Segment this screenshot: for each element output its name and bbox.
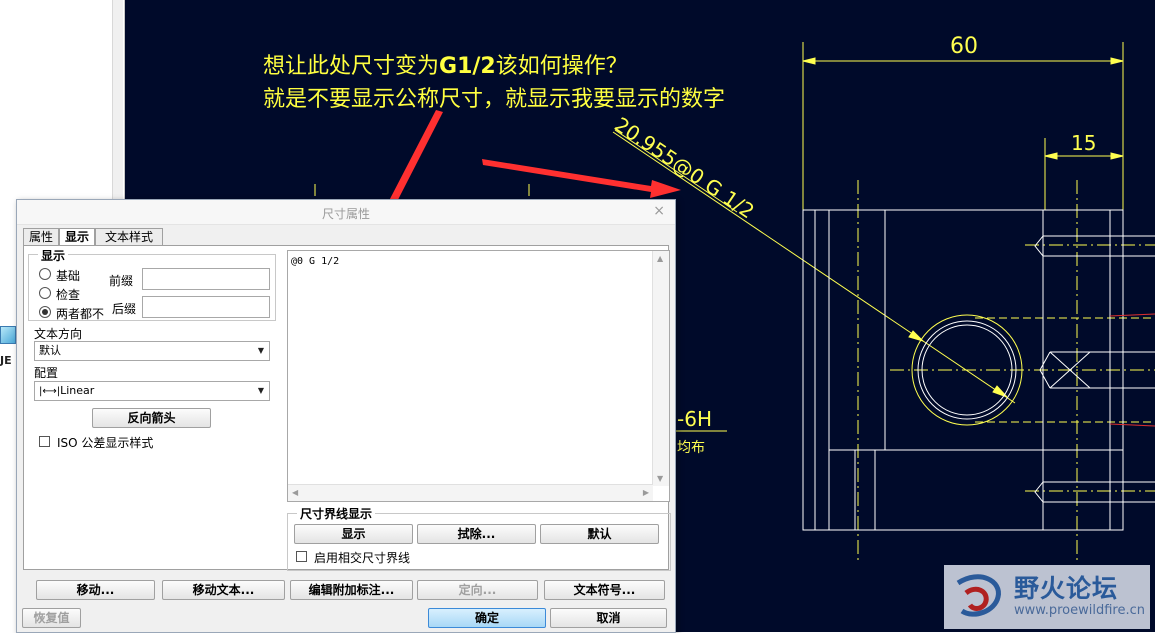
radio-neither-label: 两者都不 (56, 307, 105, 321)
radio-neither[interactable] (39, 306, 51, 318)
thread-note-distribution[interactable]: 均布 (677, 440, 705, 456)
part-icon (0, 326, 16, 344)
witness-line-legend: 尺寸界线显示 (297, 505, 376, 522)
move-text-button[interactable]: 移动文本... (162, 580, 285, 600)
dialog-titlebar[interactable]: 尺寸属性 × (17, 200, 675, 225)
intersecting-witness-checkbox[interactable] (296, 551, 307, 562)
radio-basic-label: 基础 (56, 269, 81, 283)
display-group-legend: 显示 (38, 247, 69, 264)
prefix-label: 前缀 (109, 274, 134, 288)
restore-values-button[interactable]: 恢复值 (22, 608, 81, 628)
suffix-label: 后缀 (112, 302, 137, 316)
forum-name: 野火论坛 (1014, 574, 1119, 603)
config-dropdown[interactable]: |⟷|Linear ▼ (34, 381, 270, 401)
question-line-2: 就是不要显示公称尺寸，就显示我要显示的数字 (263, 87, 726, 112)
text-direction-value: 默认 (39, 344, 61, 357)
dimension-text-value: @0 G 1/2 (291, 256, 340, 267)
config-label: 配置 (34, 366, 59, 380)
scroll-up-icon[interactable]: ▲ (657, 254, 663, 263)
reverse-arrow-button[interactable]: 反向箭头 (92, 408, 211, 428)
text-symbol-button[interactable]: 文本符号... (544, 580, 665, 600)
radio-inspection-label: 检查 (56, 288, 81, 302)
question-line-1: 想让此处尺寸变为G1/2该如何操作？ (263, 54, 628, 79)
scroll-down-icon[interactable]: ▼ (657, 474, 663, 483)
orient-button[interactable]: 定向... (417, 580, 538, 600)
tab-text-style[interactable]: 文本样式 (95, 228, 163, 245)
erase-witness-button[interactable]: 拭除... (417, 524, 536, 544)
iso-tolerance-label: ISO 公差显示样式 (57, 436, 154, 450)
thread-note[interactable]: -6H (677, 407, 712, 431)
default-witness-button[interactable]: 默认 (540, 524, 659, 544)
iso-tolerance-checkbox[interactable] (39, 436, 50, 447)
intersecting-witness-label: 启用相交尺寸界线 (314, 551, 411, 565)
display-tab-panel: 显示 基础 检查 两者都不 前缀 后缀 文本方向 默认 ▼ 配置 |⟷|Line… (23, 245, 671, 571)
chevron-down-icon: ▼ (257, 386, 265, 395)
close-icon[interactable]: × (653, 203, 665, 219)
radio-basic[interactable] (39, 268, 51, 280)
scroll-right-icon[interactable]: ▶ (643, 488, 649, 497)
dimension-15[interactable]: 15 (1071, 131, 1096, 155)
scroll-left-icon[interactable]: ◀ (292, 488, 298, 497)
move-button[interactable]: 移动... (36, 580, 155, 600)
radio-inspection[interactable] (39, 287, 51, 299)
model-tree-label: JE (0, 354, 12, 367)
forum-logo-icon (956, 574, 1001, 617)
config-value: Linear (60, 384, 95, 397)
dialog-title: 尺寸属性 (321, 207, 370, 221)
forum-watermark: 野火论坛 www.proewildfire.cn (944, 565, 1150, 629)
ok-button[interactable]: 确定 (428, 608, 546, 628)
prefix-input[interactable] (142, 268, 270, 290)
tab-display[interactable]: 显示 (59, 228, 95, 246)
text-vertical-scrollbar[interactable]: ▲ ▼ (652, 251, 669, 486)
text-horizontal-scrollbar[interactable]: ◀ ▶ (288, 484, 653, 501)
dimension-properties-dialog: 尺寸属性 × 属性 显示 文本样式 显示 基础 检查 两者都不 前缀 后缀 文本… (16, 199, 676, 633)
text-direction-label: 文本方向 (34, 327, 83, 341)
dimension-60[interactable]: 60 (950, 34, 978, 59)
chevron-down-icon: ▼ (257, 346, 265, 355)
show-witness-button[interactable]: 显示 (294, 524, 413, 544)
text-direction-dropdown[interactable]: 默认 ▼ (34, 341, 270, 361)
edit-attached-note-button[interactable]: 编辑附加标注... (290, 580, 413, 600)
linear-dimension-icon: |⟷| (39, 386, 61, 397)
cancel-button[interactable]: 取消 (550, 608, 667, 628)
forum-url: www.proewildfire.cn (1014, 603, 1145, 618)
tab-properties[interactable]: 属性 (23, 228, 59, 245)
suffix-input[interactable] (142, 296, 270, 318)
dimension-text-area[interactable]: @0 G 1/2 ▲ ▼ ◀ ▶ (287, 250, 670, 502)
